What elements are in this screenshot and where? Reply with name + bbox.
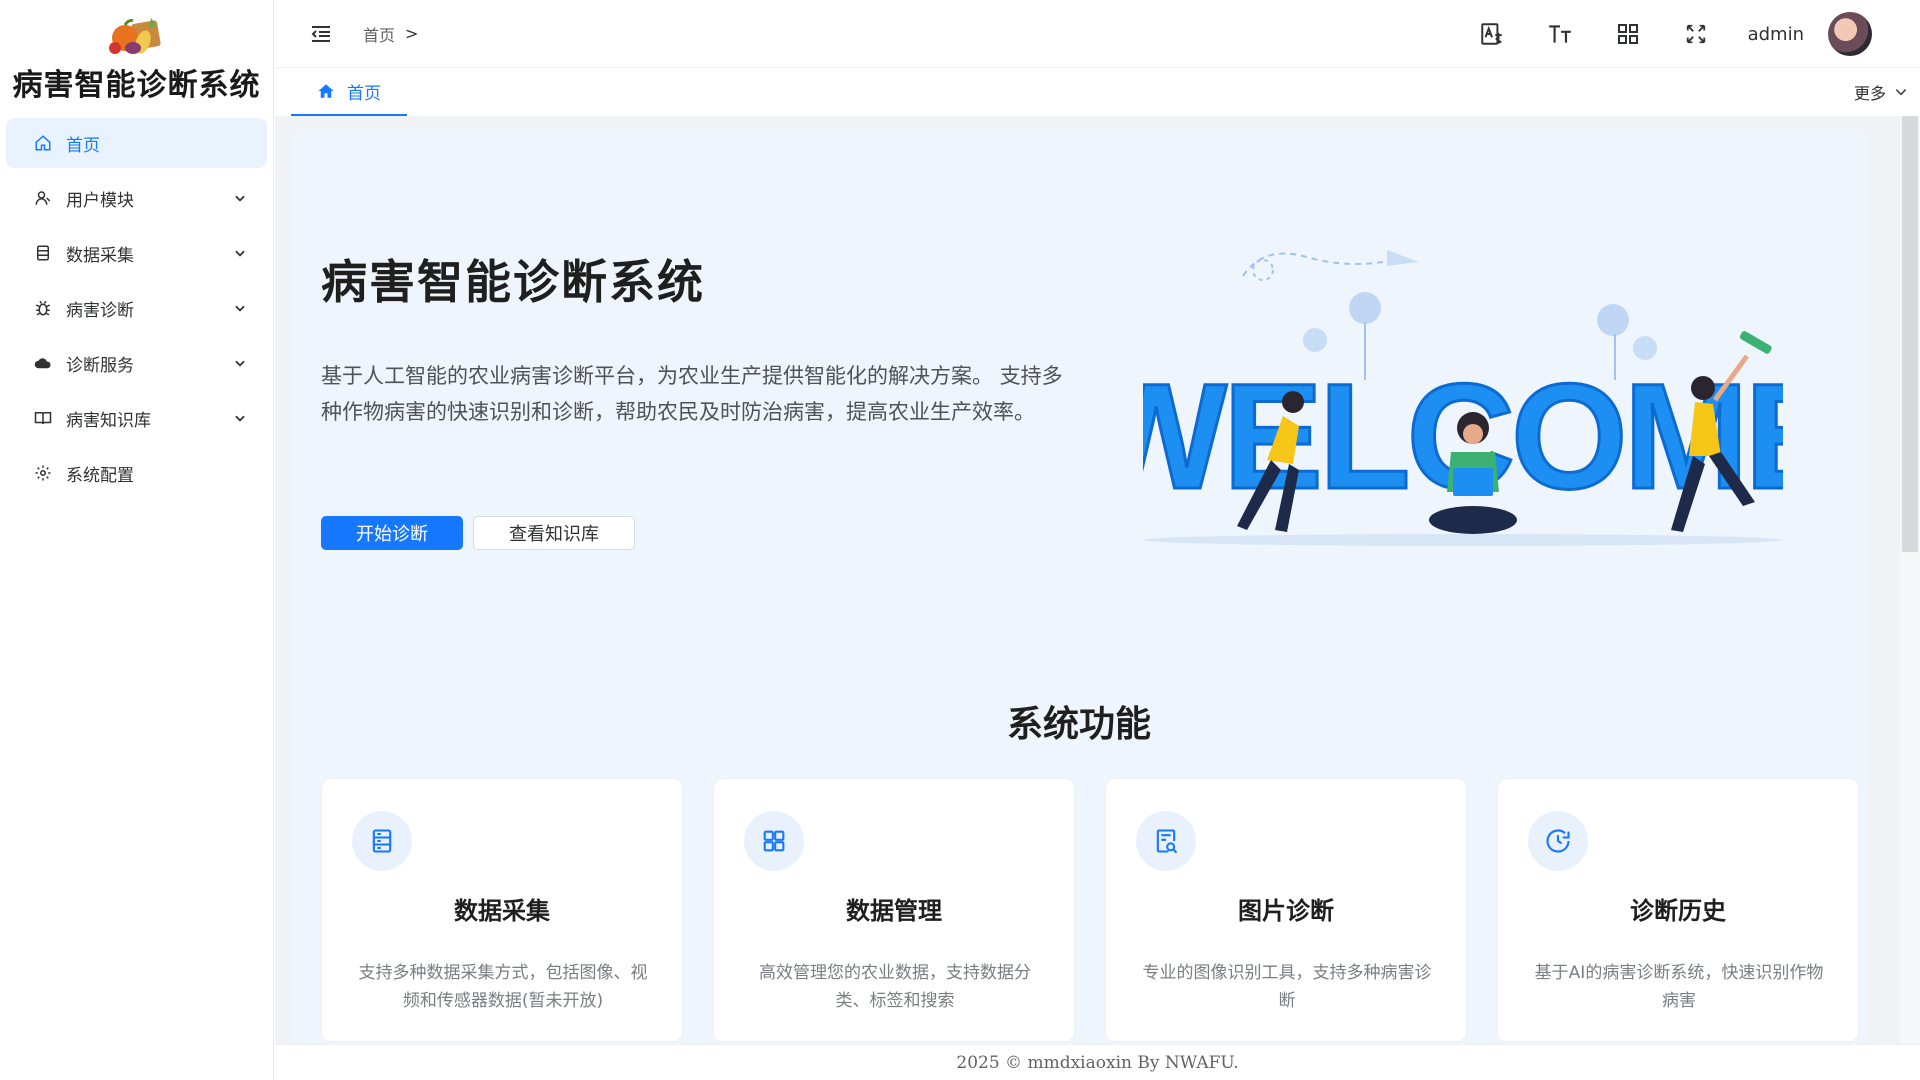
sidebar-item-label: 首页 xyxy=(66,135,100,156)
plant-decoration xyxy=(1303,292,1657,360)
footer: 2025 © mmdxiaoxin By NWAFU. xyxy=(275,1044,1920,1080)
sidebar-item-diagnosis-service[interactable]: 诊断服务 xyxy=(6,338,267,388)
main-scrollbar[interactable] xyxy=(1900,116,1920,1044)
clock-icon xyxy=(1528,811,1588,871)
chevron-down-icon xyxy=(233,246,247,260)
bug-icon xyxy=(34,299,52,317)
home-icon xyxy=(34,134,52,152)
gear-icon xyxy=(34,464,52,482)
main-content: 病害智能诊断系统 基于人工智能的农业病害诊断平台，为农业生产提供智能化的解决方案… xyxy=(275,116,1900,1044)
document-search-icon xyxy=(1136,811,1196,871)
tab-home[interactable]: 首页 xyxy=(291,68,407,116)
cloud-icon xyxy=(34,354,52,372)
scrollbar-thumb[interactable] xyxy=(1902,116,1918,552)
card-description: 高效管理您的农业数据，支持数据分类、标签和搜索 xyxy=(759,963,1031,1011)
logo-area[interactable]: 病害智能诊断系统 xyxy=(0,0,273,112)
more-label: 更多 xyxy=(1853,84,1886,103)
layout-grid-icon[interactable] xyxy=(1614,20,1642,48)
features-section-title: 系统功能 xyxy=(1006,704,1151,745)
feature-card-diagnosis-history[interactable]: 诊断历史 基于AI的病害诊断系统，快速识别作物病害 xyxy=(1497,778,1859,1042)
card-description: 支持多种数据采集方式，包括图像、视频和传感器数据(暂未开放) xyxy=(358,963,648,1011)
server-icon xyxy=(352,811,412,871)
sidebar-item-data-collection[interactable]: 数据采集 xyxy=(6,228,267,278)
top-header: 首页 > admin xyxy=(275,0,1920,68)
start-diagnosis-button[interactable]: 开始诊断 xyxy=(321,516,463,550)
sidebar: 病害智能诊断系统 首页 用户模块 数据采集 病害诊断 诊断服务 病害知识库 系统… xyxy=(0,0,274,1080)
sidebar-item-system-config[interactable]: 系统配置 xyxy=(6,448,267,498)
breadcrumb-home[interactable]: 首页 xyxy=(363,22,395,46)
feature-cards: 数据采集 支持多种数据采集方式，包括图像、视频和传感器数据(暂未开放) 数据管理… xyxy=(321,778,1859,1042)
chevron-down-icon xyxy=(233,356,247,370)
tabs-bar: 首页 更多 xyxy=(275,68,1920,116)
font-size-icon[interactable] xyxy=(1546,20,1574,48)
card-description: 基于AI的病害诊断系统，快速识别作物病害 xyxy=(1534,963,1824,1011)
avatar[interactable] xyxy=(1828,12,1872,56)
chevron-down-icon xyxy=(233,301,247,315)
home-icon xyxy=(317,82,335,100)
card-title: 数据管理 xyxy=(846,897,942,925)
chevron-down-icon xyxy=(233,191,247,205)
chevron-down-icon xyxy=(233,411,247,425)
sidebar-item-label: 用户模块 xyxy=(66,190,134,211)
breadcrumb: 首页 > xyxy=(363,22,418,46)
feature-card-data-management[interactable]: 数据管理 高效管理您的农业数据，支持数据分类、标签和搜索 xyxy=(713,778,1075,1042)
sidebar-item-user-module[interactable]: 用户模块 xyxy=(6,173,267,223)
sidebar-item-label: 病害诊断 xyxy=(66,300,134,321)
card-title: 诊断历史 xyxy=(1630,897,1726,925)
card-description: 专业的图像识别工具，支持多种病害诊断 xyxy=(1142,963,1432,1011)
grid-icon xyxy=(744,811,804,871)
fullscreen-icon[interactable] xyxy=(1682,20,1710,48)
translate-icon[interactable] xyxy=(1478,20,1506,48)
sidebar-menu: 首页 用户模块 数据采集 病害诊断 诊断服务 病害知识库 系统配置 xyxy=(0,112,273,498)
user-icon xyxy=(34,189,52,207)
chevron-down-icon xyxy=(1894,85,1908,99)
welcome-illustration: WELCOME xyxy=(1143,250,1783,546)
header-actions: admin xyxy=(1438,0,1872,68)
more-tabs-dropdown[interactable]: 更多 xyxy=(1854,80,1908,104)
sidebar-item-label: 系统配置 xyxy=(66,465,134,486)
card-title: 数据采集 xyxy=(454,897,550,925)
sidebar-item-disease-diagnosis[interactable]: 病害诊断 xyxy=(6,283,267,333)
app-title: 病害智能诊断系统 xyxy=(12,68,261,103)
feature-card-data-collection[interactable]: 数据采集 支持多种数据采集方式，包括图像、视频和传感器数据(暂未开放) xyxy=(321,778,683,1042)
harvest-logo-icon xyxy=(108,18,161,54)
username-label[interactable]: admin xyxy=(1748,24,1804,45)
feature-card-image-diagnosis[interactable]: 图片诊断 专业的图像识别工具，支持多种病害诊断 xyxy=(1105,778,1467,1042)
collapse-menu-icon[interactable] xyxy=(307,20,335,48)
card-title: 图片诊断 xyxy=(1238,897,1334,925)
sidebar-item-knowledge-base[interactable]: 病害知识库 xyxy=(6,393,267,443)
hero-title: 病害智能诊断系统 xyxy=(321,255,705,309)
sidebar-item-home[interactable]: 首页 xyxy=(6,118,267,168)
hero-description: 基于人工智能的农业病害诊断平台，为农业生产提供智能化的解决方案。 支持多种作物病… xyxy=(321,364,1063,424)
sidebar-item-label: 诊断服务 xyxy=(66,355,134,376)
sidebar-item-label: 病害知识库 xyxy=(66,410,151,431)
document-icon xyxy=(34,244,52,262)
home-panel: 病害智能诊断系统 基于人工智能的农业病害诊断平台，为农业生产提供智能化的解决方案… xyxy=(291,130,1867,1044)
view-knowledge-base-button[interactable]: 查看知识库 xyxy=(473,516,635,550)
book-icon xyxy=(34,409,52,427)
breadcrumb-separator: > xyxy=(405,24,419,43)
tab-label: 首页 xyxy=(347,83,381,104)
sidebar-item-label: 数据采集 xyxy=(66,245,134,266)
